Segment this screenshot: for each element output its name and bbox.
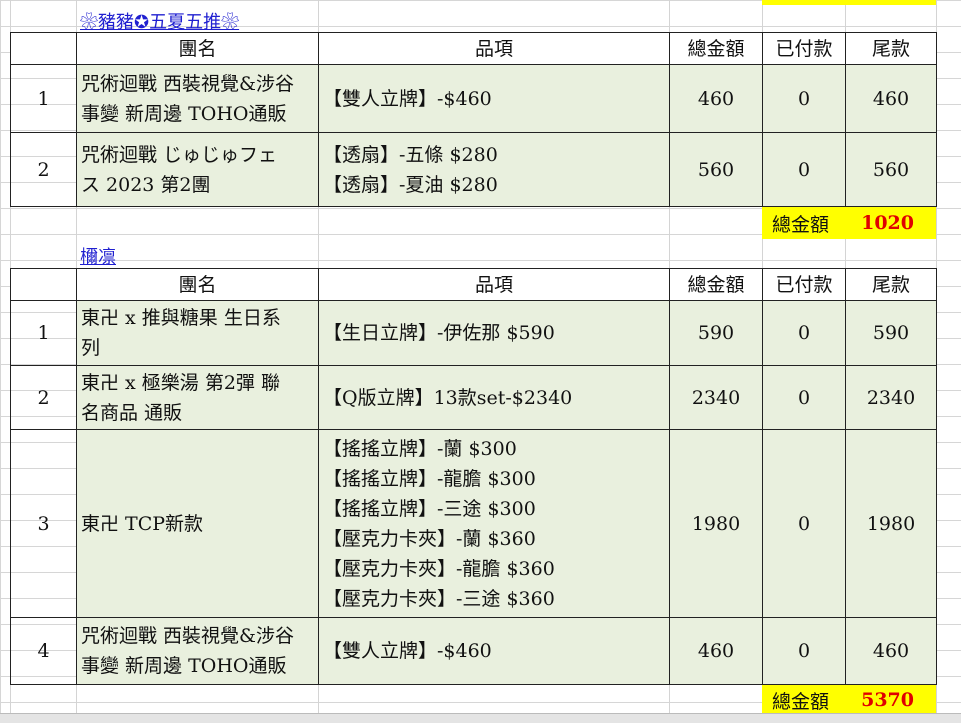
total-cell[interactable]: 460 <box>670 618 763 685</box>
grand-total-label: 總金額 <box>772 690 830 713</box>
group-cell[interactable]: 咒術迴戰 じゅじゅフェス 2023 第2團 <box>77 133 319 207</box>
item-line: 【透扇】-五條 $280 <box>323 143 498 166</box>
section-title-link[interactable]: 檷凛 <box>80 243 116 269</box>
item-cell[interactable]: 【透扇】-五條 $280 【透扇】-夏油 $280 <box>319 133 670 207</box>
item-cell[interactable]: 【雙人立牌】-$460 <box>319 618 670 685</box>
balance-cell[interactable]: 2340 <box>846 366 937 430</box>
group-line: ス 2023 第2團 <box>81 173 211 196</box>
row-index[interactable]: 1 <box>11 65 77 133</box>
item-line: 【Q版立牌】13款set-$2340 <box>323 386 573 409</box>
total-cell[interactable]: 560 <box>670 133 763 207</box>
grand-total-cell[interactable]: 總金額 5370 <box>762 685 936 715</box>
header-index[interactable] <box>11 269 77 301</box>
order-table: 團名 品項 總金額 已付款 尾款 1 東卍 x 推與糖果 生日系列 【生日立牌】… <box>10 268 937 685</box>
group-line: 事變 新周邊 TOHO通販 <box>81 102 287 125</box>
paid-cell[interactable]: 0 <box>763 133 846 207</box>
row-index[interactable]: 3 <box>11 430 77 618</box>
total-cell[interactable]: 590 <box>670 301 763 366</box>
group-line: 名商品 通販 <box>81 401 183 424</box>
total-cell[interactable]: 2340 <box>670 366 763 430</box>
paid-cell[interactable]: 0 <box>763 618 846 685</box>
balance-cell[interactable]: 560 <box>846 133 937 207</box>
header-total[interactable]: 總金額 <box>670 269 763 301</box>
item-line: 【壓克力卡夾】-蘭 $360 <box>323 527 536 550</box>
row-index[interactable]: 2 <box>11 366 77 430</box>
paid-cell[interactable]: 0 <box>763 366 846 430</box>
balance-cell[interactable]: 1980 <box>846 430 937 618</box>
balance-cell[interactable]: 460 <box>846 618 937 685</box>
grand-total-cell[interactable]: 總金額 1020 <box>762 207 936 239</box>
item-line: 【搖搖立牌】-龍膽 $300 <box>323 467 536 490</box>
item-line: 【搖搖立牌】-蘭 $300 <box>323 437 517 460</box>
item-cell[interactable]: 【搖搖立牌】-蘭 $300 【搖搖立牌】-龍膽 $300 【搖搖立牌】-三途 $… <box>319 430 670 618</box>
row-index[interactable]: 1 <box>11 301 77 366</box>
header-paid[interactable]: 已付款 <box>763 269 846 301</box>
row-index[interactable]: 2 <box>11 133 77 207</box>
header-index[interactable] <box>11 33 77 65</box>
item-line: 【雙人立牌】-$460 <box>323 87 492 110</box>
item-line: 【雙人立牌】-$460 <box>323 640 492 662</box>
paid-cell[interactable]: 0 <box>763 65 846 133</box>
total-cell[interactable]: 1980 <box>670 430 763 618</box>
item-line: 【壓克力卡夾】-三途 $360 <box>323 587 555 610</box>
group-cell[interactable]: 東卍 x 極樂湯 第2彈 聯名商品 通販 <box>77 366 319 430</box>
group-line: 東卍 TCP新款 <box>81 512 204 535</box>
group-cell[interactable]: 咒術迴戰 西裝視覺&涉谷 事變 新周邊 TOHO通販 <box>77 65 319 133</box>
paid-cell[interactable]: 0 <box>763 430 846 618</box>
header-item[interactable]: 品項 <box>319 33 670 65</box>
group-line: 咒術迴戰 じゅじゅフェ <box>81 143 278 166</box>
group-line: 東卍 x 推與糖果 生日系 <box>81 307 281 329</box>
header-balance[interactable]: 尾款 <box>846 269 937 301</box>
group-line: 咒術迴戰 西裝視覺&涉谷 <box>81 625 294 647</box>
item-cell[interactable]: 【Q版立牌】13款set-$2340 <box>319 366 670 430</box>
paid-cell[interactable]: 0 <box>763 301 846 366</box>
header-paid[interactable]: 已付款 <box>763 33 846 65</box>
header-group[interactable]: 團名 <box>77 269 319 301</box>
grand-total-label: 總金額 <box>772 213 830 236</box>
grand-total-value: 1020 <box>861 212 914 234</box>
item-cell[interactable]: 【生日立牌】-伊佐那 $590 <box>319 301 670 366</box>
header-item[interactable]: 品項 <box>319 269 670 301</box>
total-cell[interactable]: 460 <box>670 65 763 133</box>
header-total[interactable]: 總金額 <box>670 33 763 65</box>
item-line: 【透扇】-夏油 $280 <box>323 173 498 196</box>
item-cell[interactable]: 【雙人立牌】-$460 <box>319 65 670 133</box>
header-balance[interactable]: 尾款 <box>846 33 937 65</box>
item-line: 【搖搖立牌】-三途 $300 <box>323 497 536 520</box>
balance-cell[interactable]: 460 <box>846 65 937 133</box>
item-line: 【生日立牌】-伊佐那 $590 <box>323 322 555 344</box>
section-title-link[interactable]: ❀豬豬✪五夏五推❀ <box>80 8 239 34</box>
grand-total-value: 5370 <box>861 689 914 711</box>
balance-cell[interactable]: 590 <box>846 301 937 366</box>
group-line: 列 <box>81 337 101 359</box>
header-group[interactable]: 團名 <box>77 33 319 65</box>
group-line: 東卍 x 極樂湯 第2彈 聯 <box>81 371 280 394</box>
row-index[interactable]: 4 <box>11 618 77 685</box>
order-table: 團名 品項 總金額 已付款 尾款 1 咒術迴戰 西裝視覺&涉谷 事變 新周邊 TO… <box>10 32 937 207</box>
group-cell[interactable]: 咒術迴戰 西裝視覺&涉谷 事變 新周邊 TOHO通販 <box>77 618 319 685</box>
group-cell[interactable]: 東卍 TCP新款 <box>77 430 319 618</box>
group-line: 事變 新周邊 TOHO通販 <box>81 655 287 677</box>
group-line: 咒術迴戰 西裝視覺&涉谷 <box>81 72 294 95</box>
group-cell[interactable]: 東卍 x 推與糖果 生日系列 <box>77 301 319 366</box>
item-line: 【壓克力卡夾】-龍膽 $360 <box>323 557 555 580</box>
highlight-cell <box>762 0 936 5</box>
